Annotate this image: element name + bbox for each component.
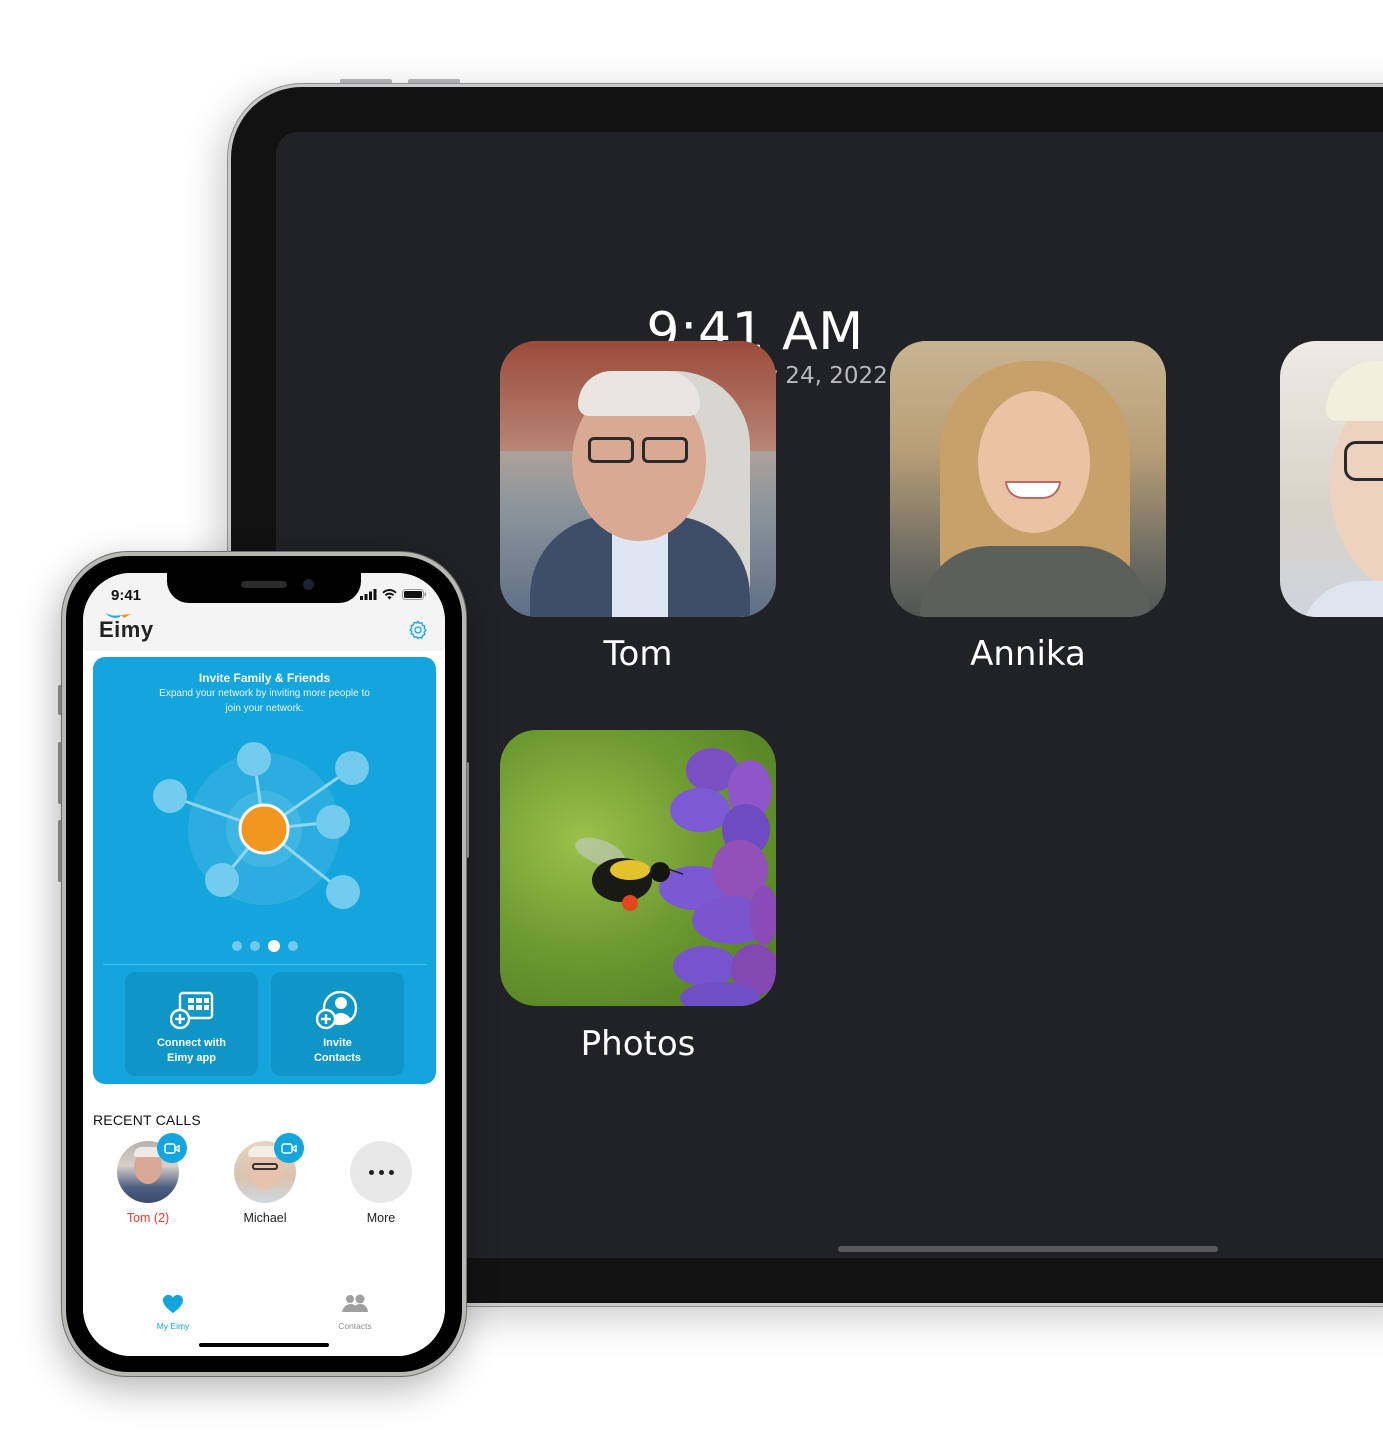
label-line: Connect with bbox=[156, 1037, 227, 1049]
contact-label-michael: M bbox=[1280, 634, 1383, 674]
video-call-icon bbox=[281, 1142, 297, 1154]
recent-call-tom[interactable]: Tom (2) bbox=[103, 1133, 193, 1225]
contact-label-tom: Tom bbox=[603, 634, 673, 674]
connect-with-eimy-app-label: Connect with Eimy app bbox=[125, 1036, 258, 1066]
node bbox=[237, 742, 271, 776]
contact-label-annika: Annika bbox=[970, 634, 1086, 674]
glasses-right bbox=[642, 437, 688, 463]
lupine-flower bbox=[659, 748, 776, 1006]
tab-my-eimy[interactable]: My Eimy bbox=[123, 1294, 223, 1331]
shirt bbox=[612, 531, 668, 617]
recent-call-name: Tom (2) bbox=[126, 1211, 170, 1225]
hair bbox=[1326, 361, 1383, 421]
phone-notch bbox=[167, 573, 361, 603]
signal-icon bbox=[360, 589, 377, 600]
tablet-clock: 9:41 AM bbox=[646, 302, 864, 362]
earpiece-speaker bbox=[241, 581, 287, 588]
node bbox=[205, 863, 239, 897]
tab-contacts[interactable]: Contacts bbox=[305, 1294, 405, 1331]
node bbox=[326, 875, 360, 909]
pager-dot[interactable] bbox=[287, 941, 298, 951]
contact-tile-tom[interactable] bbox=[500, 341, 776, 617]
front-camera bbox=[303, 579, 314, 590]
video-call-badge bbox=[157, 1133, 187, 1163]
phone-home-indicator[interactable] bbox=[199, 1343, 329, 1347]
label-line: Eimy app bbox=[167, 1052, 216, 1064]
gear-icon[interactable] bbox=[407, 619, 429, 641]
wifi-icon bbox=[382, 589, 397, 600]
label-line: Invite bbox=[323, 1037, 352, 1049]
node bbox=[316, 805, 350, 839]
video-call-badge bbox=[274, 1133, 304, 1163]
video-call-icon bbox=[164, 1142, 180, 1154]
network-illustration bbox=[153, 742, 369, 909]
avatar bbox=[117, 1133, 187, 1203]
avatar bbox=[234, 1133, 304, 1203]
tab-label: My Eimy bbox=[156, 1321, 190, 1331]
recent-call-michael[interactable]: Michael bbox=[220, 1133, 310, 1225]
carousel-pager[interactable] bbox=[93, 940, 436, 952]
top bbox=[920, 546, 1150, 617]
glasses bbox=[1344, 441, 1383, 481]
app-logo: Eimy bbox=[99, 617, 154, 642]
shirt bbox=[1300, 581, 1383, 617]
photos-label: Photos bbox=[580, 1024, 696, 1064]
contact-tile-michael[interactable] bbox=[1280, 341, 1383, 617]
invite-contact-icon bbox=[316, 990, 358, 1030]
app-header: Eimy bbox=[83, 613, 445, 651]
invite-contacts-label: Invite Contacts bbox=[271, 1036, 404, 1066]
photos-tile[interactable] bbox=[500, 730, 776, 1006]
glasses-left bbox=[588, 437, 634, 463]
node bbox=[335, 751, 369, 785]
recent-calls-more-button[interactable]: More bbox=[336, 1141, 426, 1225]
people-icon bbox=[342, 1294, 368, 1312]
invite-card[interactable]: Invite Family & Friends Expand your netw… bbox=[93, 657, 436, 1084]
hair bbox=[578, 371, 700, 416]
center-node-you bbox=[238, 803, 290, 855]
heart-icon bbox=[163, 1294, 183, 1314]
contact-tile-annika[interactable] bbox=[890, 341, 1166, 617]
invite-contacts-button[interactable]: Invite Contacts bbox=[271, 972, 404, 1076]
connect-with-eimy-app-button[interactable]: Connect with Eimy app bbox=[125, 972, 258, 1076]
tablet-home-indicator[interactable] bbox=[838, 1246, 1218, 1252]
pager-dot[interactable] bbox=[249, 941, 260, 951]
invite-subtitle: Expand your network by inviting more peo… bbox=[159, 688, 370, 714]
more-icon bbox=[350, 1141, 412, 1203]
phone-screen: 9:41 Eimy Invite Family & Friends Expand… bbox=[83, 573, 445, 1356]
battery-icon bbox=[402, 589, 426, 600]
face bbox=[978, 391, 1090, 533]
recent-call-name: More bbox=[366, 1211, 396, 1225]
status-bar: 9:41 bbox=[83, 573, 445, 617]
bee-flower-illustration bbox=[575, 748, 776, 1006]
label-line: Contacts bbox=[313, 1052, 362, 1064]
recent-calls-heading: RECENT CALLS bbox=[93, 1112, 201, 1128]
pager-dot-active[interactable] bbox=[267, 940, 280, 952]
tablet-date: Tuesday, May 24, 2022 bbox=[622, 363, 888, 389]
status-icons bbox=[360, 589, 427, 600]
tab-label: Contacts bbox=[338, 1321, 372, 1331]
pager-dot[interactable] bbox=[231, 941, 242, 951]
status-time: 9:41 bbox=[111, 587, 142, 604]
node bbox=[153, 779, 187, 813]
card-divider bbox=[103, 964, 426, 965]
recent-call-name: Michael bbox=[243, 1211, 287, 1225]
invite-title: Invite Family & Friends bbox=[198, 671, 331, 685]
connect-app-icon bbox=[170, 991, 214, 1030]
